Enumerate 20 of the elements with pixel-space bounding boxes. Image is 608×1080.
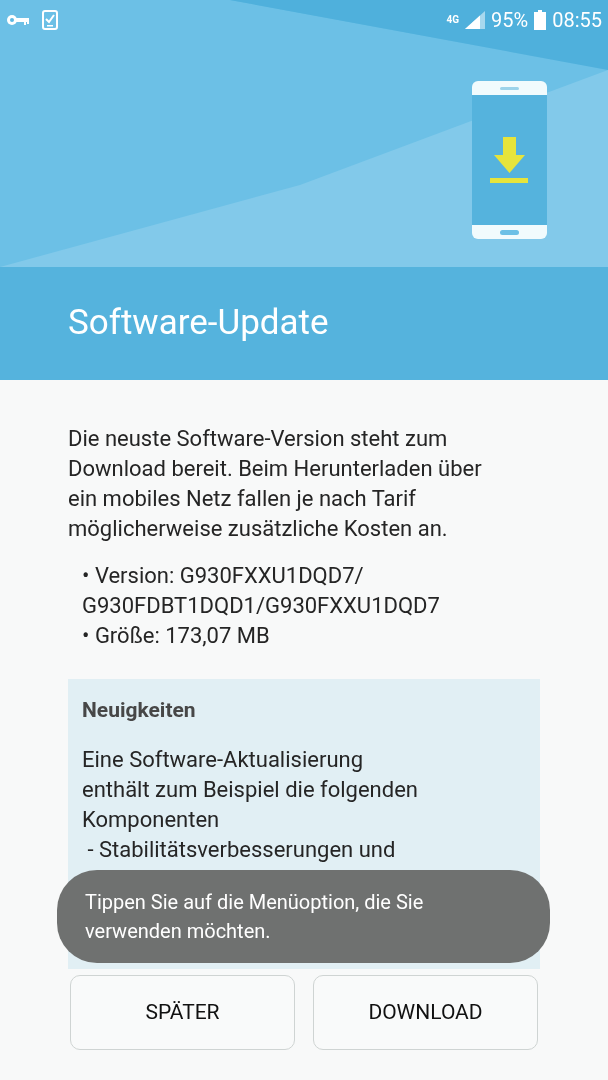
detail-item: • Version: G930FXXU1DQD7/ G930FDBT1DQD1/G930FXXU1DQD7 bbox=[82, 562, 441, 620]
news-line: enthält zum Beispiel die folgenden bbox=[82, 775, 419, 804]
key-icon bbox=[6, 13, 30, 27]
network-type: 4G bbox=[446, 15, 460, 25]
description: Die neuste Software-Version steht zum Download bereit. Beim Herunterladen über ein mobiles Netz fallen je nach Tarif möglicherweise zusätzliche Kosten an. bbox=[68, 425, 483, 543]
toast-message: Tippen Sie auf die Menüoption, die Sie verwenden möchten. bbox=[85, 888, 425, 945]
detail-item: • Größe: 173,07 MB bbox=[82, 622, 271, 650]
signal-icon bbox=[465, 11, 486, 29]
news-heading: Neuigkeiten bbox=[82, 697, 197, 724]
news-line: Eine Software-Aktualisierung bbox=[82, 745, 365, 774]
battery-percent: 95% bbox=[491, 7, 529, 34]
clock: 08:55 bbox=[552, 7, 602, 34]
news-line: - Stabilitätsverbesserungen und bbox=[86, 835, 397, 864]
clipboard-check-icon bbox=[42, 10, 58, 30]
dialog-button[interactable]: DOWNLOAD bbox=[313, 975, 538, 1050]
page-title: Software-Update bbox=[68, 301, 329, 346]
dialog-button[interactable]: SPÄTER bbox=[70, 975, 295, 1050]
phone-download-icon bbox=[472, 81, 547, 239]
battery-icon bbox=[534, 10, 547, 30]
news-line: Komponenten bbox=[82, 805, 221, 834]
